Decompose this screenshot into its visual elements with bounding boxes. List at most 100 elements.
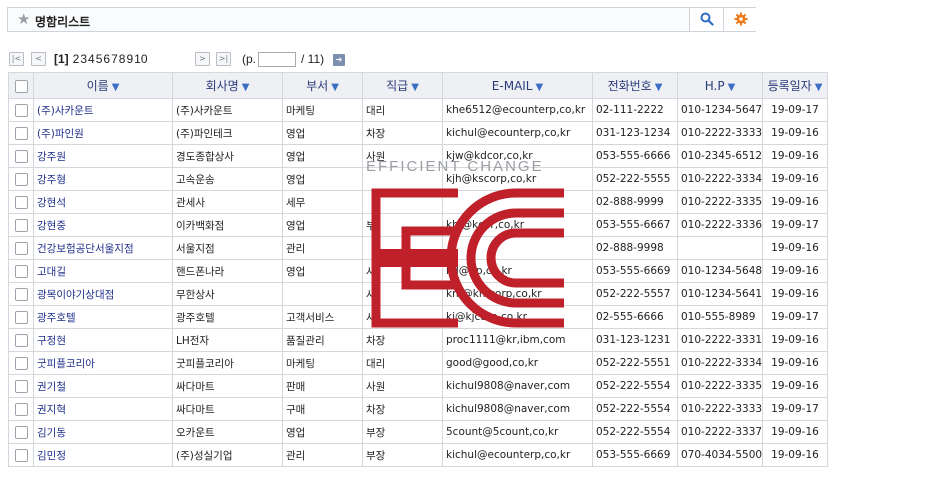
cell-name[interactable]: (주)사카운트 xyxy=(33,98,173,122)
sort-arrow-icon: ▼ xyxy=(411,82,419,93)
column-header-date[interactable]: 등록일자 ▼ xyxy=(762,72,828,99)
row-checkbox[interactable] xyxy=(14,356,28,370)
row-checkbox[interactable] xyxy=(14,310,28,324)
cell-hp: 070-4034-5500 xyxy=(677,443,763,467)
cell-dept: 영업 xyxy=(282,121,363,145)
table-row[interactable]: 광목이야기상대점 무한상사 사 km@kmcorp,co,kr 052-222-5557… xyxy=(8,282,828,306)
table-row[interactable]: 고대길 핸드폰나라 영업 사 kd@hp,co,kr 053-555-6669 010-12… xyxy=(8,259,828,283)
first-page-button[interactable]: |< xyxy=(9,52,24,66)
table-row[interactable]: 권기철 싸다마트 판매 사원 kichul9808@naver,com 052-222-5… xyxy=(8,374,828,398)
table-row[interactable]: 굿피플코리아 굿피플코리아 마케팅 대리 good@good,co,kr 052-222-… xyxy=(8,351,828,375)
cell-name[interactable]: 권지혁 xyxy=(33,397,173,421)
row-checkbox[interactable] xyxy=(14,195,28,209)
page-link[interactable]: 8 xyxy=(119,52,126,66)
cell-name[interactable]: 광목이야기상대점 xyxy=(33,282,173,306)
page-link[interactable]: 6 xyxy=(103,52,110,66)
column-label: 회사명 xyxy=(205,79,239,93)
cell-rank: 차장 xyxy=(362,397,443,421)
settings-button[interactable] xyxy=(723,8,758,31)
row-select-cell xyxy=(8,443,34,467)
cell-rank: 사 xyxy=(362,282,443,306)
go-page-button[interactable]: ➜ xyxy=(333,54,345,66)
page-link[interactable]: 2 xyxy=(73,52,80,66)
star-icon[interactable]: ★ xyxy=(17,11,30,28)
select-all-checkbox[interactable] xyxy=(14,79,28,93)
table-row[interactable]: 권지혁 싸다마트 구매 차장 kichul9808@naver,com 052-222-5… xyxy=(8,397,828,421)
row-checkbox[interactable] xyxy=(14,241,28,255)
column-header-company[interactable]: 회사명 ▼ xyxy=(172,72,283,99)
row-checkbox[interactable] xyxy=(14,402,28,416)
page-link[interactable]: 3 xyxy=(80,52,87,66)
column-header-tel[interactable]: 전화번호 ▼ xyxy=(592,72,678,99)
cell-name[interactable]: 건강보험공단서울지점 xyxy=(33,236,173,260)
cell-rank: 사원 xyxy=(362,374,443,398)
row-checkbox[interactable] xyxy=(14,126,28,140)
row-select-cell xyxy=(8,397,34,421)
cell-company: (주)사카운트 xyxy=(172,98,283,122)
cell-hp: 010-2222-3333 xyxy=(677,121,763,145)
cell-tel: 02-111-2222 xyxy=(592,98,678,122)
column-header-name[interactable]: 이름 ▼ xyxy=(33,72,173,99)
cell-rank: 차장 xyxy=(362,121,443,145)
cell-dept: 영업 xyxy=(282,259,363,283)
cell-hp: 010-1234-5641 xyxy=(677,282,763,306)
cell-name[interactable]: 광주호텔 xyxy=(33,305,173,329)
cell-company: 싸다마트 xyxy=(172,374,283,398)
row-checkbox[interactable] xyxy=(14,333,28,347)
table-row[interactable]: (주)파인원 (주)파인테크 영업 차장 kichul@ecounterp,co,kr 0… xyxy=(8,121,828,145)
page-link[interactable]: 10 xyxy=(134,52,147,66)
row-checkbox[interactable] xyxy=(14,264,28,278)
cell-name[interactable]: 강주형 xyxy=(33,167,173,191)
page-link[interactable]: 7 xyxy=(111,52,118,66)
cell-name[interactable]: 굿피플코리아 xyxy=(33,351,173,375)
cell-name[interactable]: 권기철 xyxy=(33,374,173,398)
arrow-right-icon: ➜ xyxy=(335,55,343,64)
row-checkbox[interactable] xyxy=(14,218,28,232)
table-row[interactable]: (주)사카운트 (주)사카운트 마케팅 대리 khe6512@ecounterp,co,… xyxy=(8,98,828,122)
cell-name[interactable]: 강현중 xyxy=(33,213,173,237)
last-page-button[interactable]: >| xyxy=(216,52,231,66)
cell-hp: 010-1234-5647 xyxy=(677,98,763,122)
row-checkbox[interactable] xyxy=(14,103,28,117)
page-link[interactable]: 5 xyxy=(96,52,103,66)
search-icon xyxy=(700,12,714,26)
row-checkbox[interactable] xyxy=(14,448,28,462)
column-label: 부서 xyxy=(306,79,329,93)
row-checkbox[interactable] xyxy=(14,149,28,163)
next-page-button[interactable]: > xyxy=(195,52,210,66)
page-number-input[interactable] xyxy=(258,52,296,67)
page-link[interactable]: 4 xyxy=(88,52,95,66)
cell-rank: 부장 xyxy=(362,443,443,467)
column-header-hp[interactable]: H.P ▼ xyxy=(677,72,763,99)
search-button[interactable] xyxy=(689,8,724,31)
cell-name[interactable]: 강현석 xyxy=(33,190,173,214)
cell-name[interactable]: 강주원 xyxy=(33,144,173,168)
table-row[interactable]: 김기동 오카운트 영업 부장 5count@5count,co,kr 052-222-55… xyxy=(8,420,828,444)
table-row[interactable]: 구정현 LH전자 품질관리 차장 proc1111@kr,ibm,com 031-123-… xyxy=(8,328,828,352)
row-checkbox[interactable] xyxy=(14,287,28,301)
row-checkbox[interactable] xyxy=(14,379,28,393)
row-checkbox[interactable] xyxy=(14,172,28,186)
cell-name[interactable]: 김민정 xyxy=(33,443,173,467)
cell-name[interactable]: (주)파인원 xyxy=(33,121,173,145)
table-row[interactable]: 강주원 경도종합상사 영업 사원 kjw@kdcor,co,kr 053-555-6666… xyxy=(8,144,828,168)
row-checkbox[interactable] xyxy=(14,425,28,439)
table-row[interactable]: 강현중 이카백화점 영업 부 khj@kcor,co,kr 053-555-6667 010… xyxy=(8,213,828,237)
table-row[interactable]: 광주호텔 광주호텔 고객서비스 사 kj@kjcorp,co,kr 02-555-6666… xyxy=(8,305,828,329)
page-link[interactable]: 9 xyxy=(126,52,133,66)
column-header-dept[interactable]: 부서 ▼ xyxy=(282,72,363,99)
prev-page-button[interactable]: < xyxy=(31,52,46,66)
table-row[interactable]: 강현석 관세사 세무 02-888-9999 010-2222-3335 19-09-16 xyxy=(8,190,828,214)
table-row[interactable]: 김민정 (주)성실기업 관리 부장 kichul@ecounterp,co,kr 053-… xyxy=(8,443,828,467)
cell-name[interactable]: 고대길 xyxy=(33,259,173,283)
cell-name[interactable]: 구정현 xyxy=(33,328,173,352)
table-row[interactable]: 건강보험공단서울지점 서울지점 관리 02-888-9998 19-09-16 xyxy=(8,236,828,260)
column-header-email[interactable]: E-MAIL ▼ xyxy=(442,72,593,99)
column-header-rank[interactable]: 직급 ▼ xyxy=(362,72,443,99)
cell-name[interactable]: 김기동 xyxy=(33,420,173,444)
cell-email: kichul9808@naver,com xyxy=(442,374,593,398)
cell-tel: 052-222-5557 xyxy=(592,282,678,306)
cell-rank xyxy=(362,236,443,260)
page-total: / 11) xyxy=(301,52,325,66)
table-row[interactable]: 강주형 고속운송 영업 kjh@kscorp,co,kr 052-222-5555 010… xyxy=(8,167,828,191)
